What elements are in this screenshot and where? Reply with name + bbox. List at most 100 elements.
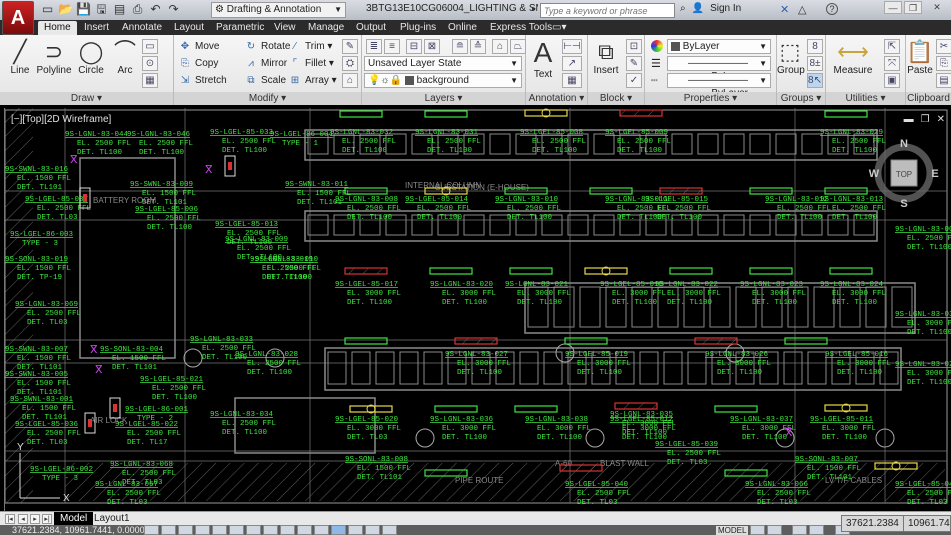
ortho-mode-icon[interactable] — [195, 525, 210, 535]
fixture-tag[interactable]: 9S-LGNL-83-010EL. 2500 FFLDET. TL100 — [495, 196, 562, 222]
workspace-dropdown[interactable]: ⚙ Drafting & Annotation ▼ — [211, 2, 346, 18]
utilities-panel-title[interactable]: Utilities ▾ — [826, 92, 905, 105]
fixture-tag[interactable]: 9S-LGEL-85-008EL. 2500 FFLDET. TL100 — [520, 129, 587, 155]
dynamic-ucs-icon[interactable] — [280, 525, 295, 535]
fixture-tag[interactable]: 9S-LGEL-85-019EL. 3000 FFLDET. TL100 — [565, 351, 632, 377]
lineweight-toggle-icon[interactable] — [314, 525, 329, 535]
fixture-tag[interactable]: 9S-LGNL-83-034EL. 2500 FFLDET. TL100 — [210, 411, 277, 437]
viewport-restore-icon[interactable]: ❐ — [921, 114, 930, 125]
dynamic-input-x[interactable]: 37621.2384 — [841, 515, 904, 532]
fixture-tag[interactable]: 9S-LGEL-85-033EL. 2500 FFLDET. TL100 — [210, 129, 277, 155]
measure-button[interactable]: ⟷ Measure — [830, 39, 876, 76]
object-snap-tracking-icon[interactable] — [263, 525, 278, 535]
trim-button[interactable]: ⁄ Trim ▾ — [288, 39, 332, 54]
compass-north[interactable]: N — [900, 138, 908, 150]
fixture-tag[interactable]: 9S-LGNL-83-021EL. 3000 FFLDET. TL100 — [505, 281, 572, 307]
draw-panel-title[interactable]: Draw ▾ — [0, 92, 173, 105]
leader-icon[interactable]: ↗ — [562, 56, 582, 71]
annotation-panel-title[interactable]: Annotation ▾ — [526, 92, 587, 105]
match-layer-icon[interactable]: ≘ — [452, 39, 468, 54]
fixture-tag[interactable]: 9S-LGEL-85-014EL. 2500 FFLDET. TL100 — [405, 196, 472, 222]
fixture-tag[interactable]: 9S-LGEL-86-004TYPE - 1 — [270, 131, 334, 148]
tab-manage[interactable]: Manage — [308, 21, 344, 35]
fixture-tag[interactable]: 9S-LGNL-83-031EL. 2500 FFLDET. TL100 — [415, 129, 482, 155]
tab-view[interactable]: View — [274, 21, 296, 35]
layers-panel-title[interactable]: Layers ▾ — [362, 92, 525, 105]
save-icon[interactable]: 💾 — [76, 2, 91, 17]
tab-plug-ins[interactable]: Plug-ins — [400, 21, 436, 35]
dimension-icon[interactable]: ⊢⊣ — [562, 39, 582, 54]
explode-icon[interactable]: ⛭ — [342, 56, 358, 71]
autodesk-360-icon[interactable]: △ — [798, 3, 806, 16]
compass-east[interactable]: E — [931, 168, 938, 180]
match-properties-icon[interactable]: ▤ — [936, 73, 951, 88]
group-edit-icon[interactable]: 8± — [807, 56, 823, 71]
fixture-tag[interactable]: 9S-LGEL-85-037EL. 2500 FFLDET. TL03 — [25, 196, 92, 222]
select-all-icon[interactable]: ⤧ — [884, 56, 900, 71]
restore-button[interactable]: ❐ — [904, 1, 922, 14]
fixture-tag[interactable]: 9S-LGEL-85-022EL. 2500 FFLDET. TL17 — [115, 421, 182, 447]
fixture-tag[interactable]: 9S-LGEL-85-011EL. 3000 FFLDET. TL100 — [810, 416, 877, 442]
fixture-tag[interactable]: 9S-LGNL-83-008EL. 2500 FFLDET. TL100 — [335, 196, 402, 222]
fixture-tag[interactable]: 9S-LGNL-83-020EL. 3000 FFLDET. TL100 — [430, 281, 497, 307]
fixture-tag[interactable]: 9S-LGNL-83-026EL. 3000 FFLDET. TL100 — [705, 351, 772, 377]
calculator-icon[interactable]: ▣ — [884, 73, 900, 88]
compass-west[interactable]: W — [869, 168, 880, 180]
layer-state-dropdown[interactable]: Unsaved Layer State ▼ — [364, 56, 522, 71]
fixture-tag[interactable]: 9S-SONL-83-004EL. 1500 FFLDET. TL101 — [100, 346, 167, 372]
mirror-button[interactable]: ⩘ Mirror — [244, 56, 287, 71]
fixture-tag[interactable]: 9S-LGNL-83-023EL. 3000 FFLDET. TL100 — [740, 281, 807, 307]
color-dropdown[interactable]: ByLayer ▼ — [667, 39, 771, 54]
copy-clip-icon[interactable]: ⎘ — [936, 56, 951, 71]
group-button[interactable]: ⬚ Group — [777, 39, 805, 76]
layer-freeze-icon[interactable]: ⌂ — [492, 39, 508, 54]
block-panel-title[interactable]: Block ▾ — [588, 92, 644, 105]
tab-layout1[interactable]: Layout1 — [88, 512, 136, 526]
tab-express-tools[interactable]: Express Tools — [490, 21, 552, 35]
rectangle-icon[interactable]: ▭ — [142, 39, 158, 54]
snap-mode-icon[interactable] — [161, 525, 176, 535]
infer-constraints-icon[interactable] — [144, 525, 159, 535]
tab-online[interactable]: Online — [448, 21, 477, 35]
layer-states-icon[interactable]: ≡ — [384, 39, 400, 54]
last-tab-icon[interactable]: ▸| — [42, 514, 52, 524]
close-button[interactable]: ✕ — [928, 1, 946, 14]
erase-icon[interactable]: ✎ — [342, 39, 358, 54]
application-menu-button[interactable]: A — [2, 1, 34, 35]
arc-button[interactable]: ⌒ Arc — [112, 39, 138, 76]
hatch-icon[interactable]: ▦ — [142, 73, 158, 88]
table-icon[interactable]: ▦ — [562, 73, 582, 88]
fixture-tag[interactable]: 9S-LGEL-85-016EL. 3000 FFLDET. TL100 — [825, 351, 892, 377]
line-button[interactable]: ╱ Line — [6, 39, 34, 76]
quick-select-icon[interactable]: ⇱ — [884, 39, 900, 54]
fixture-tag[interactable]: 9S-LGNL-83-028EL. 2500 FFLDET. TL100 — [235, 351, 302, 377]
viewport-close-icon[interactable]: ✕ — [937, 114, 945, 125]
3d-osnap-icon[interactable] — [246, 525, 261, 535]
fixture-tag[interactable]: 9S-LGNL-83-032EL. 2500 FFLDET. TL100 — [330, 129, 397, 155]
ribbon-options-icon[interactable]: ▭▾ — [552, 21, 566, 35]
fixture-tag[interactable]: 9S-LGNL-83-025EL. 3000 FFLDET. TL100 — [895, 361, 951, 387]
sign-in-button[interactable]: ⌕ 👤 Sign In — [680, 3, 741, 14]
expand-search-icon[interactable]: ▸ — [532, 4, 536, 13]
viewport-minimize-icon[interactable]: ▬ — [904, 114, 914, 125]
modify-panel-title[interactable]: Modify ▾ — [174, 92, 361, 105]
open-icon[interactable]: 📂 — [58, 2, 73, 17]
print-icon[interactable]: ⎙ — [130, 2, 145, 17]
annotation-monitor-icon[interactable] — [382, 525, 397, 535]
text-button[interactable]: A Text — [528, 37, 558, 80]
fixture-tag[interactable]: 9S-LGEL-85-020EL. 3000 FFLDET. TL03 — [335, 416, 402, 442]
stretch-button[interactable]: ⇲ Stretch — [178, 73, 227, 88]
properties-panel-title[interactable]: Properties ▾ — [645, 92, 776, 105]
next-tab-icon[interactable]: ▸ — [30, 514, 40, 524]
layer-isolate-icon[interactable]: ⊟ — [406, 39, 422, 54]
help-search-input[interactable] — [540, 3, 675, 18]
dynamic-input-icon[interactable] — [297, 525, 312, 535]
minimize-button[interactable]: — — [884, 1, 902, 14]
exchange-icon[interactable]: ✕ — [780, 3, 789, 16]
copy-button[interactable]: ⎘ Copy — [178, 56, 218, 71]
polyline-button[interactable]: ⊃ Polyline — [36, 39, 72, 76]
linetype-dropdown[interactable]: ——————ByLayer▼ — [667, 73, 771, 99]
annotation-visibility-icon[interactable] — [809, 525, 824, 535]
transparency-icon[interactable] — [331, 525, 346, 535]
group-selection-icon[interactable]: 8↖ — [807, 73, 823, 88]
